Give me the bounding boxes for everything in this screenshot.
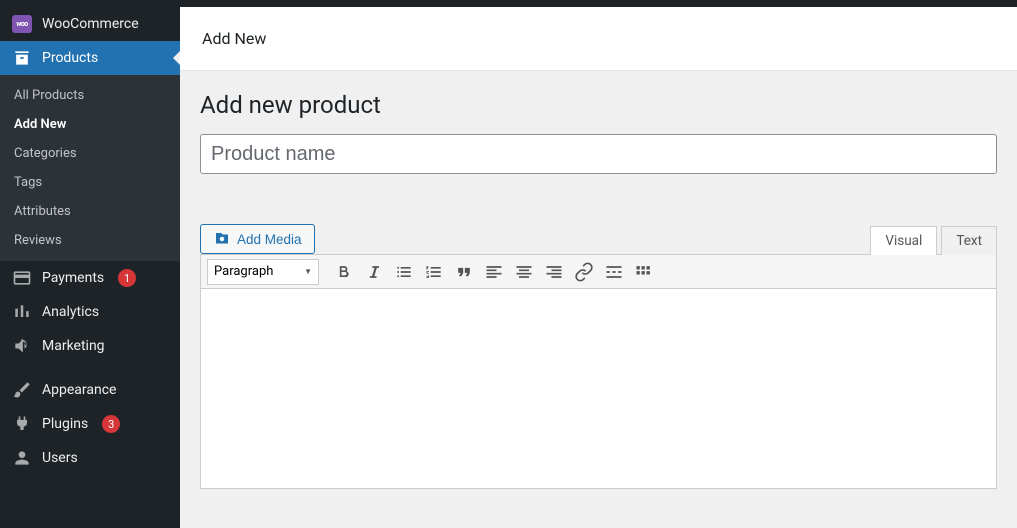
add-media-button[interactable]: Add Media [200, 224, 315, 254]
plug-icon [12, 414, 32, 434]
woocommerce-icon [12, 14, 32, 34]
sidebar-item-label: Payments [42, 270, 104, 286]
submenu-add-new[interactable]: Add New [0, 110, 180, 139]
editor-toolbar: Paragraph [200, 254, 997, 289]
sidebar-item-analytics[interactable]: Analytics [0, 295, 180, 329]
sidebar-item-label: Analytics [42, 304, 99, 320]
align-left-button[interactable] [479, 257, 509, 287]
page-header-title: Add New [202, 29, 266, 48]
payments-badge: 1 [118, 269, 136, 287]
sidebar-item-products[interactable]: Products [0, 41, 180, 75]
number-list-button[interactable] [419, 257, 449, 287]
page-title: Add new product [200, 91, 997, 119]
admin-top-strip [0, 0, 1017, 7]
sidebar-item-label: Plugins [42, 416, 88, 432]
main-content: Add New Add new product Add Media Visual… [180, 7, 1017, 528]
sidebar-item-plugins[interactable]: Plugins 3 [0, 407, 180, 441]
sidebar-item-label: Appearance [42, 382, 116, 398]
megaphone-icon [12, 336, 32, 356]
submenu-categories[interactable]: Categories [0, 139, 180, 168]
tab-visual[interactable]: Visual [870, 226, 937, 255]
brush-icon [12, 380, 32, 400]
sidebar-item-users[interactable]: Users [0, 441, 180, 475]
align-center-button[interactable] [509, 257, 539, 287]
editor-tabs: Visual Text [870, 225, 997, 254]
sidebar-item-payments[interactable]: Payments 1 [0, 261, 180, 295]
plugins-badge: 3 [102, 415, 120, 433]
editor-container: Add Media Visual Text Paragraph [200, 224, 997, 489]
bullet-list-button[interactable] [389, 257, 419, 287]
product-name-input[interactable] [200, 134, 997, 174]
products-submenu: All Products Add New Categories Tags Att… [0, 75, 180, 261]
bold-button[interactable] [329, 257, 359, 287]
sidebar-item-label: Users [42, 450, 78, 466]
link-button[interactable] [569, 257, 599, 287]
sidebar-item-woocommerce[interactable]: WooCommerce [0, 7, 180, 41]
submenu-attributes[interactable]: Attributes [0, 197, 180, 226]
sidebar-item-marketing[interactable]: Marketing [0, 329, 180, 363]
user-icon [12, 448, 32, 468]
archive-icon [12, 48, 32, 68]
sidebar-item-label: WooCommerce [42, 16, 139, 32]
format-select-label: Paragraph [214, 264, 273, 279]
add-media-label: Add Media [237, 232, 302, 247]
format-select[interactable]: Paragraph [207, 259, 319, 285]
align-right-button[interactable] [539, 257, 569, 287]
editor-textarea[interactable] [200, 289, 997, 489]
submenu-all-products[interactable]: All Products [0, 81, 180, 110]
admin-sidebar: WooCommerce Products All Products Add Ne… [0, 7, 180, 528]
toolbar-toggle-button[interactable] [629, 257, 659, 287]
read-more-button[interactable] [599, 257, 629, 287]
sidebar-item-label: Marketing [42, 338, 105, 354]
italic-button[interactable] [359, 257, 389, 287]
bar-chart-icon [12, 302, 32, 322]
submenu-tags[interactable]: Tags [0, 168, 180, 197]
submenu-reviews[interactable]: Reviews [0, 226, 180, 255]
tab-text[interactable]: Text [941, 226, 997, 255]
blockquote-button[interactable] [449, 257, 479, 287]
sidebar-item-label: Products [42, 50, 98, 66]
page-header-bar: Add New [180, 7, 1017, 71]
credit-card-icon [12, 268, 32, 288]
media-icon [213, 230, 231, 248]
sidebar-item-appearance[interactable]: Appearance [0, 373, 180, 407]
